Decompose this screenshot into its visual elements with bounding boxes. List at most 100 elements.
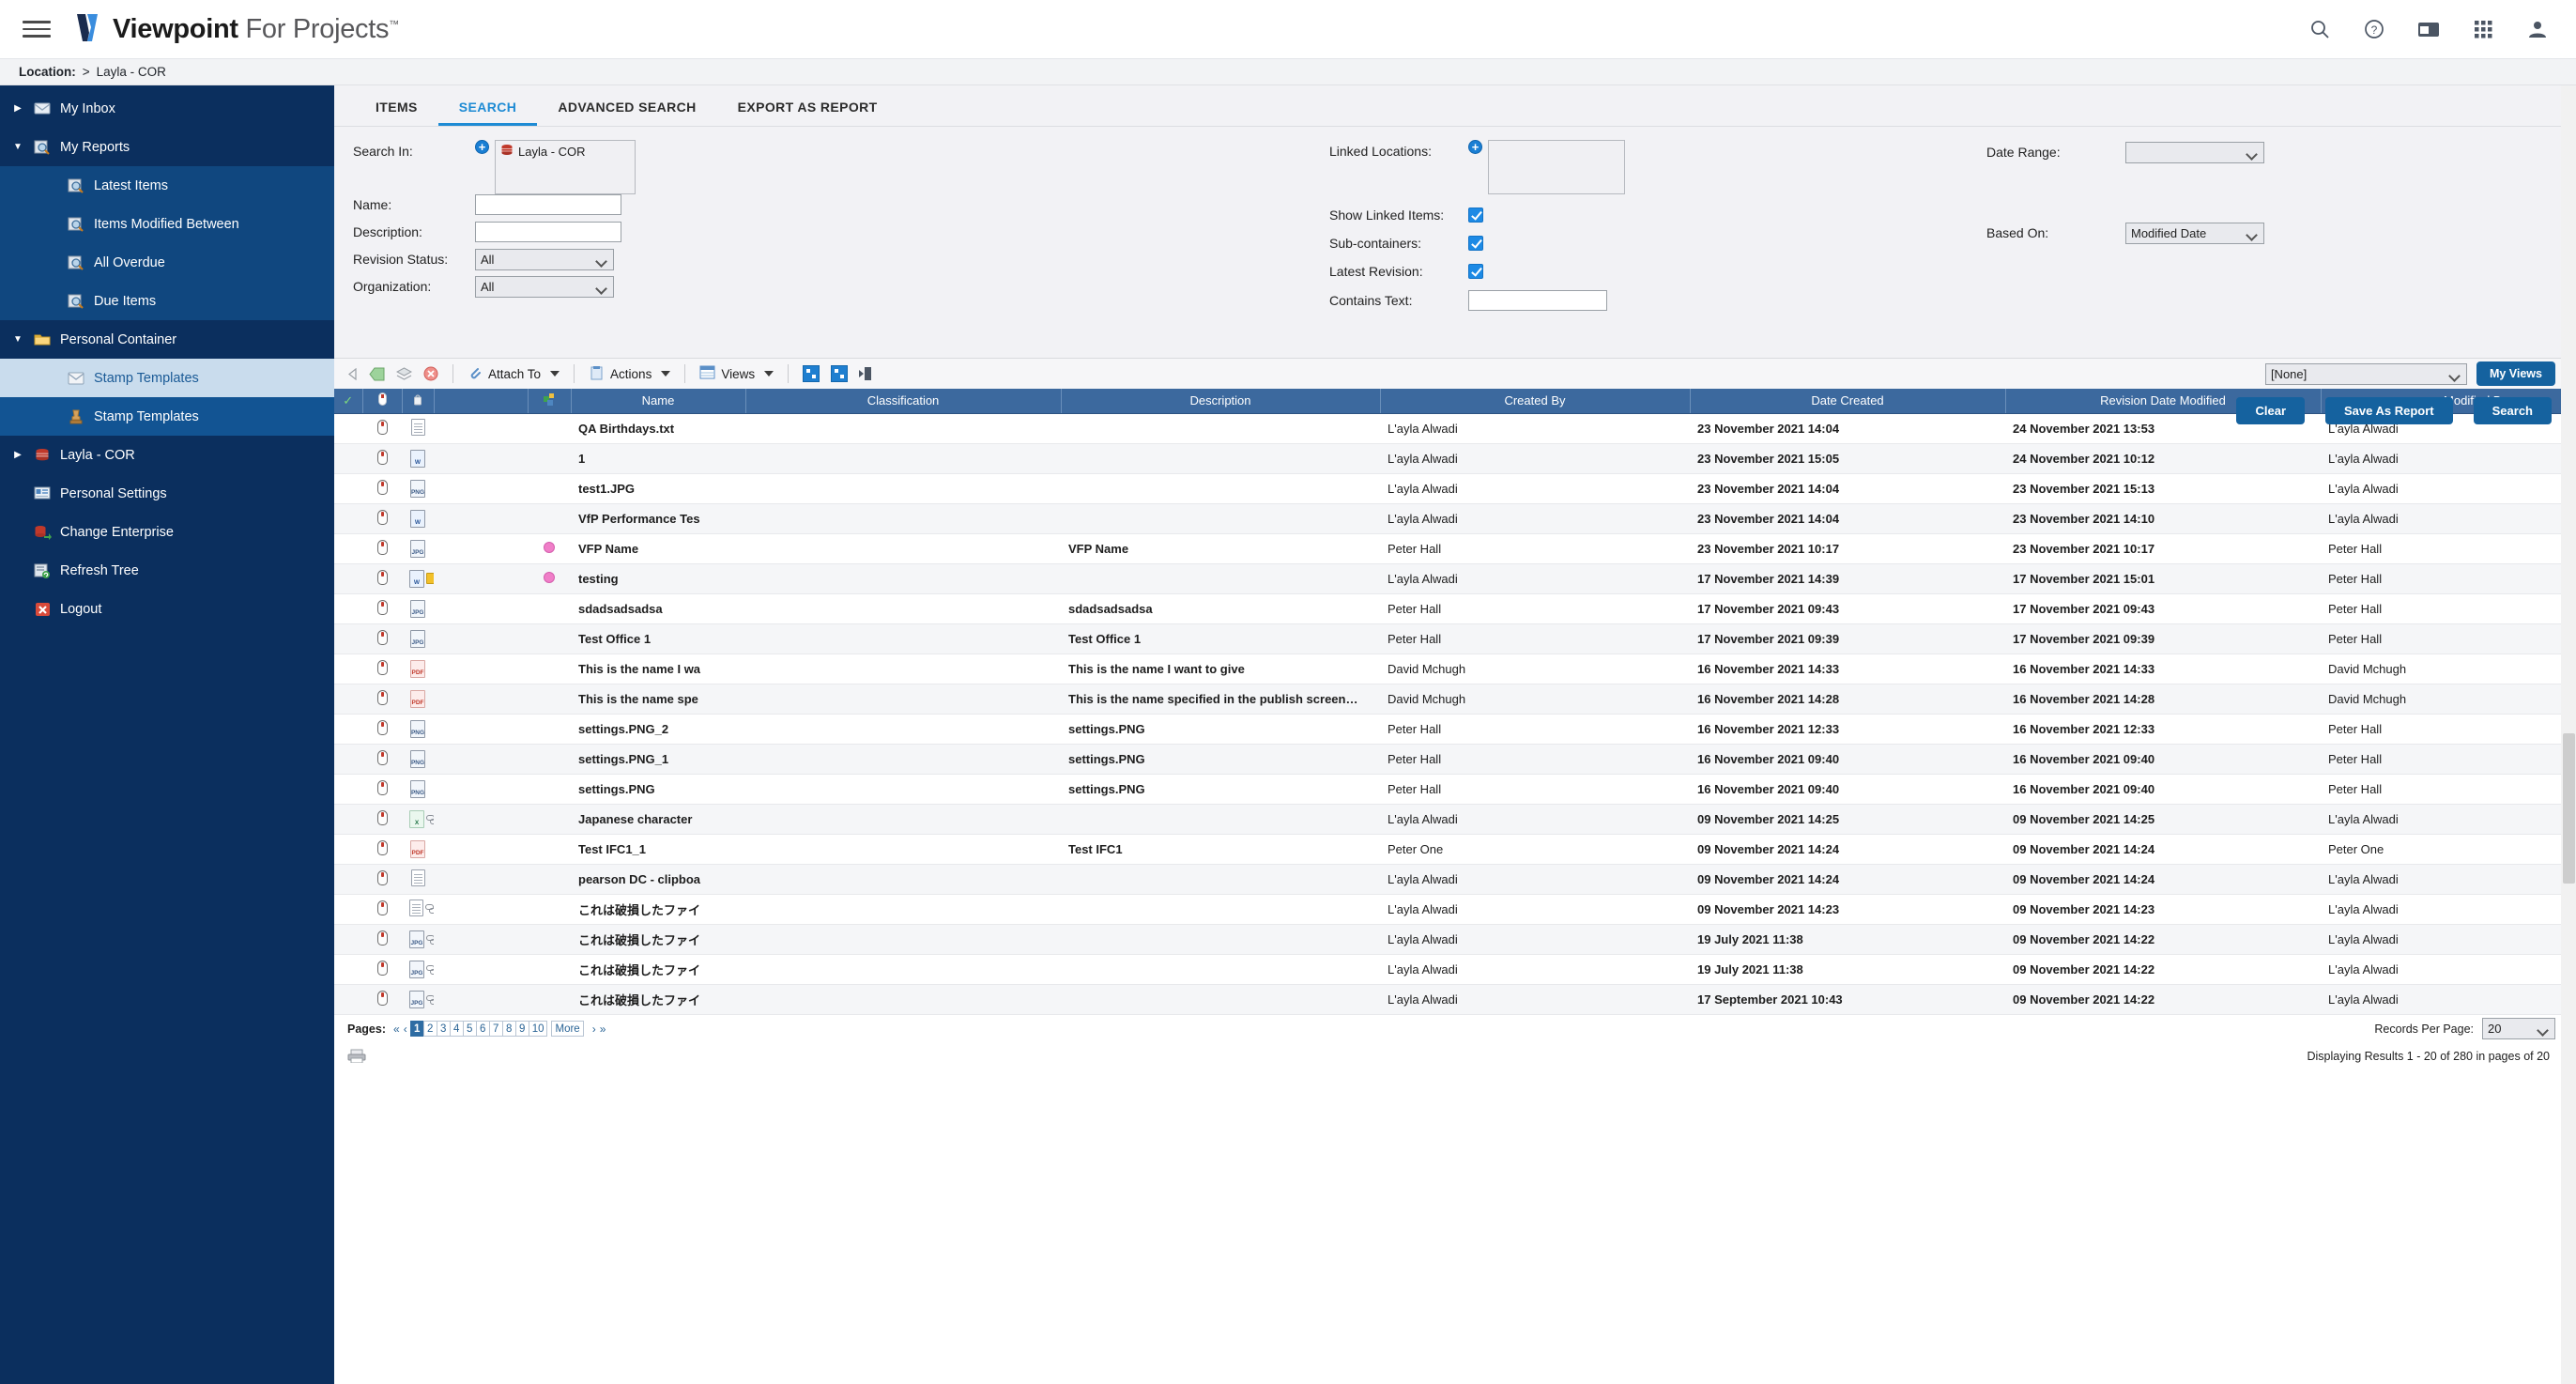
row-context-cell[interactable]: [362, 443, 402, 473]
lock-column[interactable]: [402, 389, 434, 413]
row-context-cell[interactable]: [362, 654, 402, 684]
table-row[interactable]: JPGTest Office 1Test Office 1Peter Hall1…: [334, 623, 2576, 654]
sidebar-item-my-inbox[interactable]: My Inbox: [0, 89, 334, 128]
scrollbar-thumb[interactable]: [2563, 733, 2575, 884]
table-row[interactable]: JPGVFP NameVFP NamePeter Hall23 November…: [334, 533, 2576, 563]
row-context-cell[interactable]: [362, 864, 402, 894]
name-cell[interactable]: これは破損したファイ: [571, 894, 745, 924]
row-context-cell[interactable]: [362, 684, 402, 714]
table-row[interactable]: JPGこれは破損したファイL'ayla Alwadi19 July 2021 1…: [334, 924, 2576, 954]
table-row[interactable]: W1L'ayla Alwadi23 November 2021 15:0524 …: [334, 443, 2576, 473]
tab-export-as-report[interactable]: EXPORT AS REPORT: [717, 100, 898, 126]
column-chooser-icon[interactable]: [853, 366, 878, 381]
chevron-right-icon[interactable]: [11, 103, 24, 114]
row-context-cell[interactable]: [362, 714, 402, 744]
sidebar-item-my-reports[interactable]: My Reports: [0, 128, 334, 166]
page-number-2[interactable]: 2: [423, 1021, 437, 1037]
records-per-page-select[interactable]: 20: [2482, 1018, 2555, 1039]
name-cell[interactable]: VfP Performance Tes: [571, 503, 745, 533]
chevron-down-icon[interactable]: [11, 142, 24, 152]
row-context-cell[interactable]: [362, 744, 402, 774]
table-row[interactable]: PNGsettings.PNG_1settings.PNGPeter Hall1…: [334, 744, 2576, 774]
row-context-cell[interactable]: [362, 503, 402, 533]
table-row[interactable]: PNGtest1.JPGL'ayla Alwadi23 November 202…: [334, 473, 2576, 503]
views-menu[interactable]: Views: [694, 365, 779, 382]
collapse-grid-icon[interactable]: [825, 365, 853, 382]
back-arrow-icon[interactable]: [342, 368, 363, 380]
tab-advanced-search[interactable]: ADVANCED SEARCH: [537, 100, 716, 126]
grid-apps-icon[interactable]: [2471, 17, 2495, 41]
views-select[interactable]: [None]: [2265, 363, 2467, 385]
more-pages-button[interactable]: More: [551, 1021, 583, 1037]
breadcrumb-path[interactable]: Layla - COR: [97, 65, 166, 79]
mouse-icon[interactable]: [377, 870, 388, 885]
mouse-icon[interactable]: [377, 510, 388, 525]
name-cell[interactable]: settings.PNG_2: [571, 714, 745, 744]
row-select-cell[interactable]: [334, 503, 362, 533]
page-number-9[interactable]: 9: [515, 1021, 529, 1037]
page-number-3[interactable]: 3: [437, 1021, 451, 1037]
sidebar-item-stamp-templates[interactable]: Stamp Templates: [0, 397, 334, 436]
sidebar-item-change-enterprise[interactable]: Change Enterprise: [0, 513, 334, 551]
mouse-icon[interactable]: [377, 750, 388, 765]
row-select-cell[interactable]: [334, 804, 362, 834]
latest-revision-checkbox[interactable]: [1468, 264, 1483, 279]
classification-column[interactable]: Classification: [745, 389, 1061, 413]
name-cell[interactable]: settings.PNG_1: [571, 744, 745, 774]
row-context-cell[interactable]: [362, 563, 402, 593]
table-row[interactable]: WtestingL'ayla Alwadi17 November 2021 14…: [334, 563, 2576, 593]
row-select-cell[interactable]: [334, 714, 362, 744]
name-cell[interactable]: This is the name spe: [571, 684, 745, 714]
mouse-column[interactable]: [362, 389, 402, 413]
name-input[interactable]: [475, 194, 621, 215]
description-input[interactable]: [475, 222, 621, 242]
row-select-cell[interactable]: [334, 954, 362, 984]
mouse-icon[interactable]: [377, 690, 388, 705]
mouse-icon[interactable]: [377, 930, 388, 946]
page-number-10[interactable]: 10: [529, 1021, 548, 1037]
page-number-1[interactable]: 1: [410, 1021, 424, 1037]
row-context-cell[interactable]: [362, 924, 402, 954]
save-as-report-button[interactable]: Save As Report: [2325, 397, 2453, 424]
name-cell[interactable]: Japanese character: [571, 804, 745, 834]
mouse-icon[interactable]: [377, 630, 388, 645]
app-window-icon[interactable]: [2416, 17, 2441, 41]
user-account-icon[interactable]: [2525, 17, 2550, 41]
row-select-cell[interactable]: [334, 924, 362, 954]
table-row[interactable]: PDFThis is the name speThis is the name …: [334, 684, 2576, 714]
row-select-cell[interactable]: [334, 563, 362, 593]
mouse-icon[interactable]: [377, 840, 388, 855]
check-column[interactable]: ✓: [334, 389, 362, 413]
name-cell[interactable]: sdadsadsadsa: [571, 593, 745, 623]
row-select-cell[interactable]: [334, 864, 362, 894]
search-icon[interactable]: [2308, 17, 2332, 41]
row-select-cell[interactable]: [334, 533, 362, 563]
page-number-6[interactable]: 6: [476, 1021, 490, 1037]
delete-red-icon[interactable]: [418, 366, 444, 381]
first-page-button[interactable]: «: [393, 1023, 399, 1036]
mouse-icon[interactable]: [377, 991, 388, 1006]
row-select-cell[interactable]: [334, 654, 362, 684]
row-context-cell[interactable]: [362, 804, 402, 834]
description-column[interactable]: Description: [1061, 389, 1380, 413]
table-row[interactable]: XJapanese characterL'ayla Alwadi09 Novem…: [334, 804, 2576, 834]
row-select-cell[interactable]: [334, 894, 362, 924]
sidebar-item-refresh-tree[interactable]: Refresh Tree: [0, 551, 334, 590]
chevron-right-icon[interactable]: [11, 450, 24, 460]
name-cell[interactable]: これは破損したファイ: [571, 954, 745, 984]
tab-items[interactable]: ITEMS: [355, 100, 438, 126]
actions-menu[interactable]: Actions: [583, 365, 676, 383]
status-column[interactable]: [528, 389, 571, 413]
brand-logo[interactable]: Viewpoint For Projects™: [75, 12, 399, 46]
row-context-cell[interactable]: [362, 473, 402, 503]
row-select-cell[interactable]: [334, 984, 362, 1014]
hamburger-menu-icon[interactable]: [23, 21, 51, 38]
mouse-icon[interactable]: [377, 570, 388, 585]
linked-locations-tree[interactable]: [1488, 140, 1625, 194]
row-select-cell[interactable]: [334, 684, 362, 714]
created-by-column[interactable]: Created By: [1380, 389, 1690, 413]
row-context-cell[interactable]: [362, 623, 402, 654]
mouse-icon[interactable]: [377, 420, 388, 435]
table-row[interactable]: PDFTest IFC1_1Test IFC1Peter One09 Novem…: [334, 834, 2576, 864]
search-in-tree[interactable]: Layla - COR: [495, 140, 636, 194]
